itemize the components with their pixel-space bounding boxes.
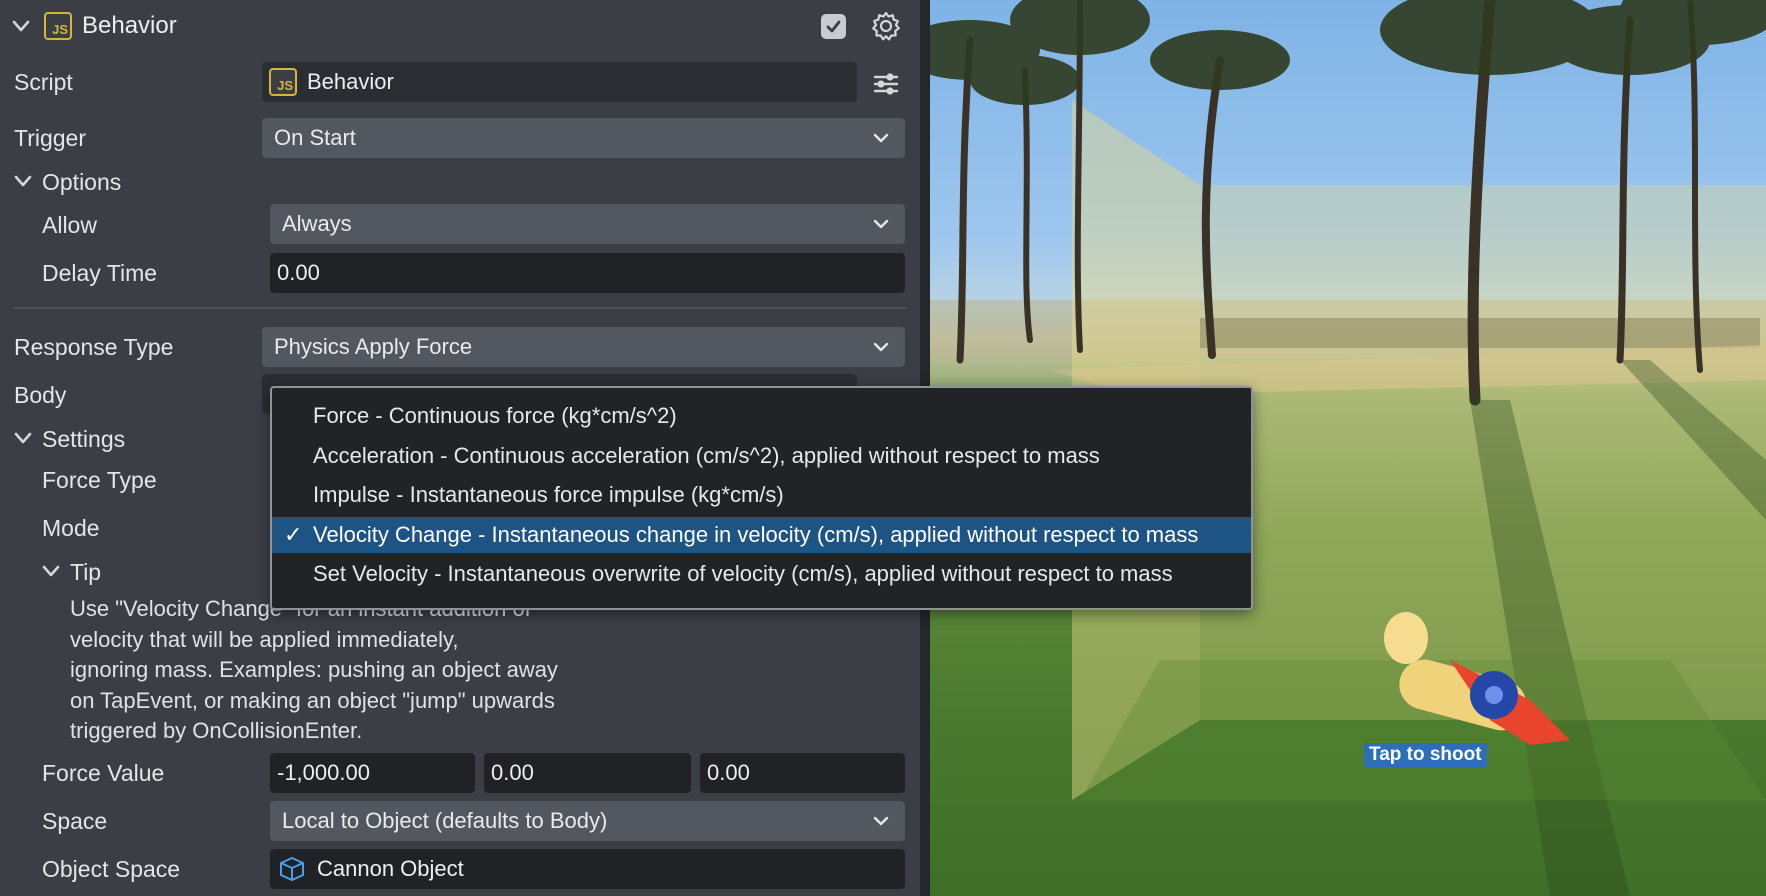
menu-item-label: Force - Continuous force (kg*cm/s^2): [313, 403, 677, 428]
options-section-label: Options: [42, 169, 122, 195]
force-value-y: 0.00: [491, 760, 534, 785]
script-value: Behavior: [307, 69, 394, 94]
chevron-down-icon: [871, 214, 891, 234]
response-type-label: Response Type: [14, 334, 174, 360]
tip-label: Tip: [70, 559, 102, 585]
settings-collapse-caret[interactable]: [12, 427, 34, 449]
menu-item-set-velocity[interactable]: Set Velocity - Instantaneous overwrite o…: [272, 556, 1251, 592]
chevron-down-icon: [871, 811, 891, 831]
menu-item-label: Impulse - Instantaneous force impulse (k…: [313, 482, 784, 507]
mode-label: Mode: [42, 515, 100, 541]
chevron-down-icon: [871, 128, 891, 148]
delay-time-value: 0.00: [277, 260, 320, 285]
force-value-label: Force Value: [42, 760, 165, 786]
chevron-down-icon: [871, 337, 891, 357]
tip-text: Use "Velocity Change" for an instant add…: [70, 596, 558, 743]
options-collapse-caret[interactable]: [12, 170, 34, 192]
space-dropdown[interactable]: Local to Object (defaults to Body): [270, 801, 905, 841]
mode-dropdown-menu[interactable]: Force - Continuous force (kg*cm/s^2) Acc…: [270, 386, 1253, 610]
menu-item-label: Velocity Change - Instantaneous change i…: [313, 522, 1199, 547]
menu-item-acceleration[interactable]: Acceleration - Continuous acceleration (…: [272, 438, 1251, 474]
script-label: Script: [14, 69, 73, 95]
space-value: Local to Object (defaults to Body): [282, 808, 608, 833]
section-divider: [14, 307, 906, 309]
object-space-value: Cannon Object: [317, 856, 464, 881]
menu-item-label: Set Velocity - Instantaneous overwrite o…: [313, 561, 1173, 586]
menu-item-label: Acceleration - Continuous acceleration (…: [313, 443, 1100, 468]
response-type-value: Physics Apply Force: [274, 334, 473, 359]
component-title: Behavior: [82, 12, 177, 39]
trigger-dropdown[interactable]: On Start: [262, 118, 905, 158]
checkmark-icon: [826, 20, 841, 33]
menu-item-impulse[interactable]: Impulse - Instantaneous force impulse (k…: [272, 477, 1251, 513]
js-script-icon: JS: [269, 68, 297, 96]
menu-item-force[interactable]: Force - Continuous force (kg*cm/s^2): [272, 398, 1251, 434]
object-space-label: Object Space: [42, 856, 181, 882]
body-label: Body: [14, 382, 67, 408]
checkmark-icon: ✓: [284, 522, 303, 547]
trigger-value: On Start: [274, 125, 356, 150]
behavior-collapse-caret[interactable]: [10, 15, 32, 37]
response-type-dropdown[interactable]: Physics Apply Force: [262, 327, 905, 367]
script-field[interactable]: JS Behavior: [262, 62, 857, 102]
space-label: Space: [42, 808, 108, 834]
tip-collapse-caret[interactable]: [40, 560, 62, 582]
trigger-label: Trigger: [14, 125, 86, 151]
object-space-field[interactable]: Cannon Object: [270, 849, 905, 889]
force-value-z: 0.00: [707, 760, 750, 785]
delay-time-input[interactable]: 0.00: [270, 253, 905, 293]
tap-to-shoot-hint: Tap to shoot: [1364, 743, 1487, 767]
allow-value: Always: [282, 211, 352, 236]
sliders-icon[interactable]: [872, 70, 900, 98]
component-enabled-checkbox[interactable]: [821, 14, 846, 39]
gear-icon[interactable]: [870, 10, 902, 42]
delay-time-label: Delay Time: [42, 260, 158, 286]
force-value-z-input[interactable]: 0.00: [700, 753, 905, 793]
allow-dropdown[interactable]: Always: [270, 204, 905, 244]
settings-section-label: Settings: [42, 426, 126, 452]
force-value-x-input[interactable]: -1,000.00: [270, 753, 475, 793]
menu-item-velocity-change[interactable]: ✓ Velocity Change - Instantaneous change…: [272, 517, 1251, 553]
force-value-x: -1,000.00: [277, 760, 370, 785]
force-value-y-input[interactable]: 0.00: [484, 753, 691, 793]
cube-icon: [277, 855, 307, 883]
force-type-label: Force Type: [42, 467, 157, 493]
allow-label: Allow: [42, 212, 97, 238]
js-script-icon: JS: [44, 12, 72, 40]
